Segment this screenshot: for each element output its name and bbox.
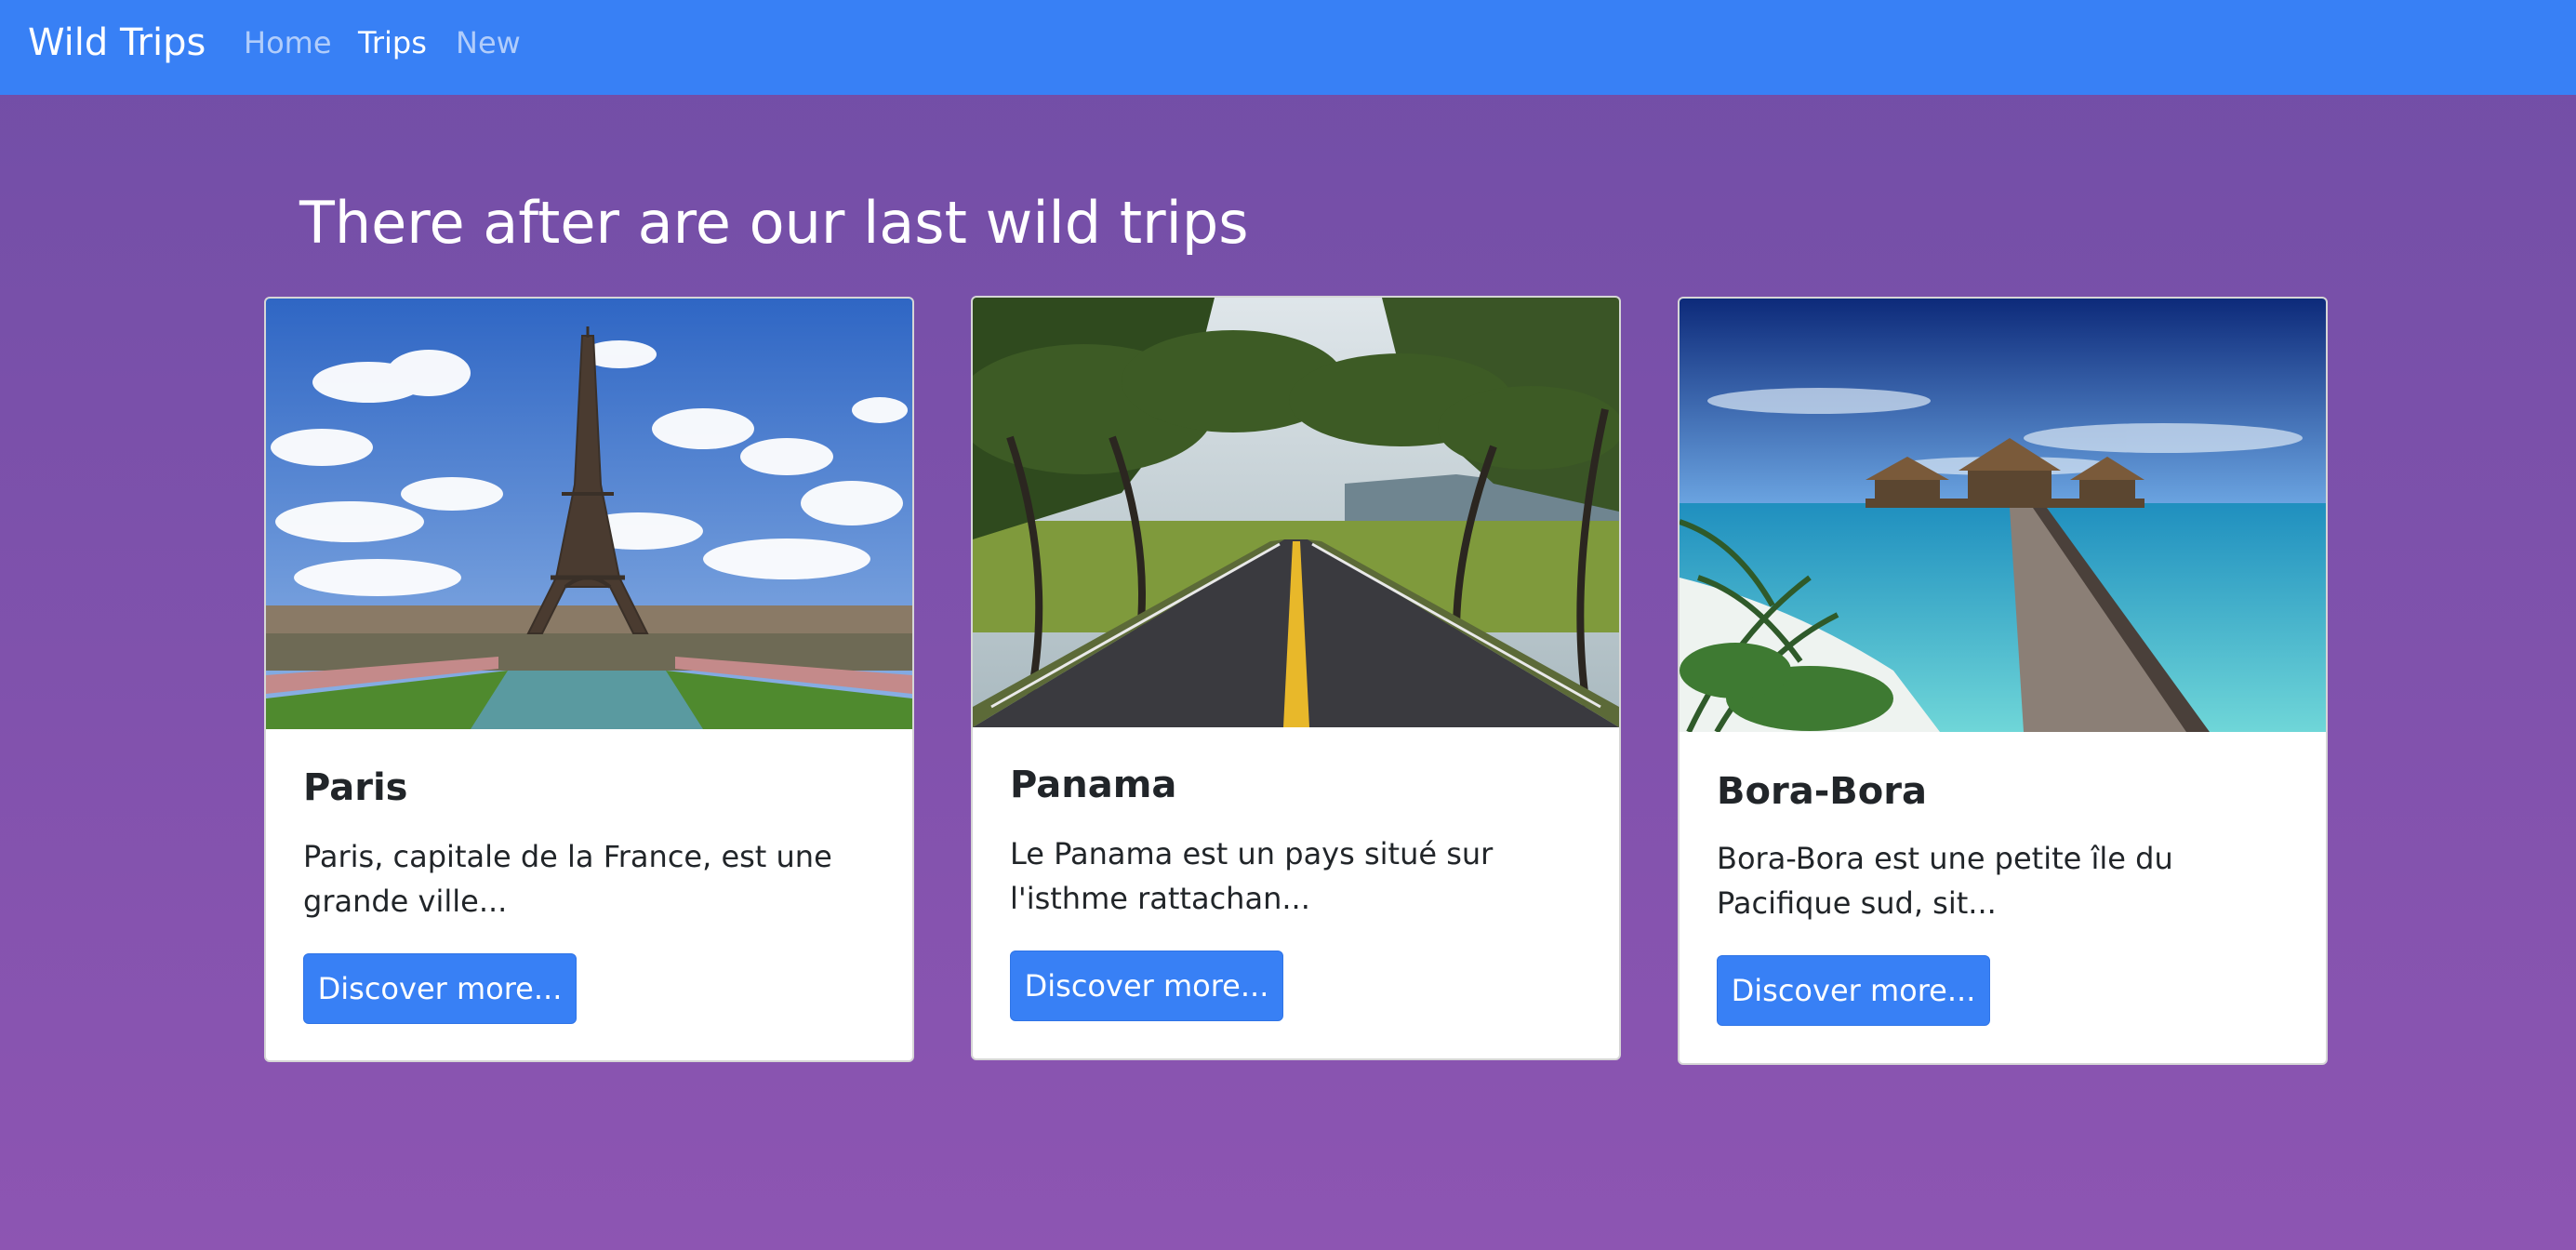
trip-card-panama: Panama Le Panama est un pays situé sur l… [971,296,1621,1060]
card-title: Paris [303,766,408,809]
card-text: Le Panama est un pays situé sur l'isthme… [1010,836,1494,916]
overwater-bungalows-photo [1680,299,2326,732]
trip-card-paris: Paris Paris, capitale de la France, est … [264,297,914,1062]
nav-link-new[interactable]: New [456,22,521,63]
page-title: There after are our last wild trips [299,189,1249,257]
brand-logo[interactable]: Wild Trips [28,15,206,71]
tree-lined-road-photo [973,298,1619,727]
card-title: Bora-Bora [1717,770,1927,813]
navbar: Wild Trips Home Trips New [0,0,2576,95]
discover-more-button[interactable]: Discover more... [1010,951,1283,1021]
nav-link-trips[interactable]: Trips [358,22,427,63]
card-text: Paris, capitale de la France, est une gr… [303,839,832,919]
card-title: Panama [1010,764,1177,806]
card-text: Bora-Bora est une petite île du Pacifiqu… [1717,841,2173,921]
discover-more-button[interactable]: Discover more... [303,953,577,1024]
eiffel-tower-photo [266,299,912,729]
trip-card-bora-bora: Bora-Bora Bora-Bora est une petite île d… [1678,297,2328,1065]
nav-link-home[interactable]: Home [244,22,332,63]
discover-more-button[interactable]: Discover more... [1717,955,1990,1026]
